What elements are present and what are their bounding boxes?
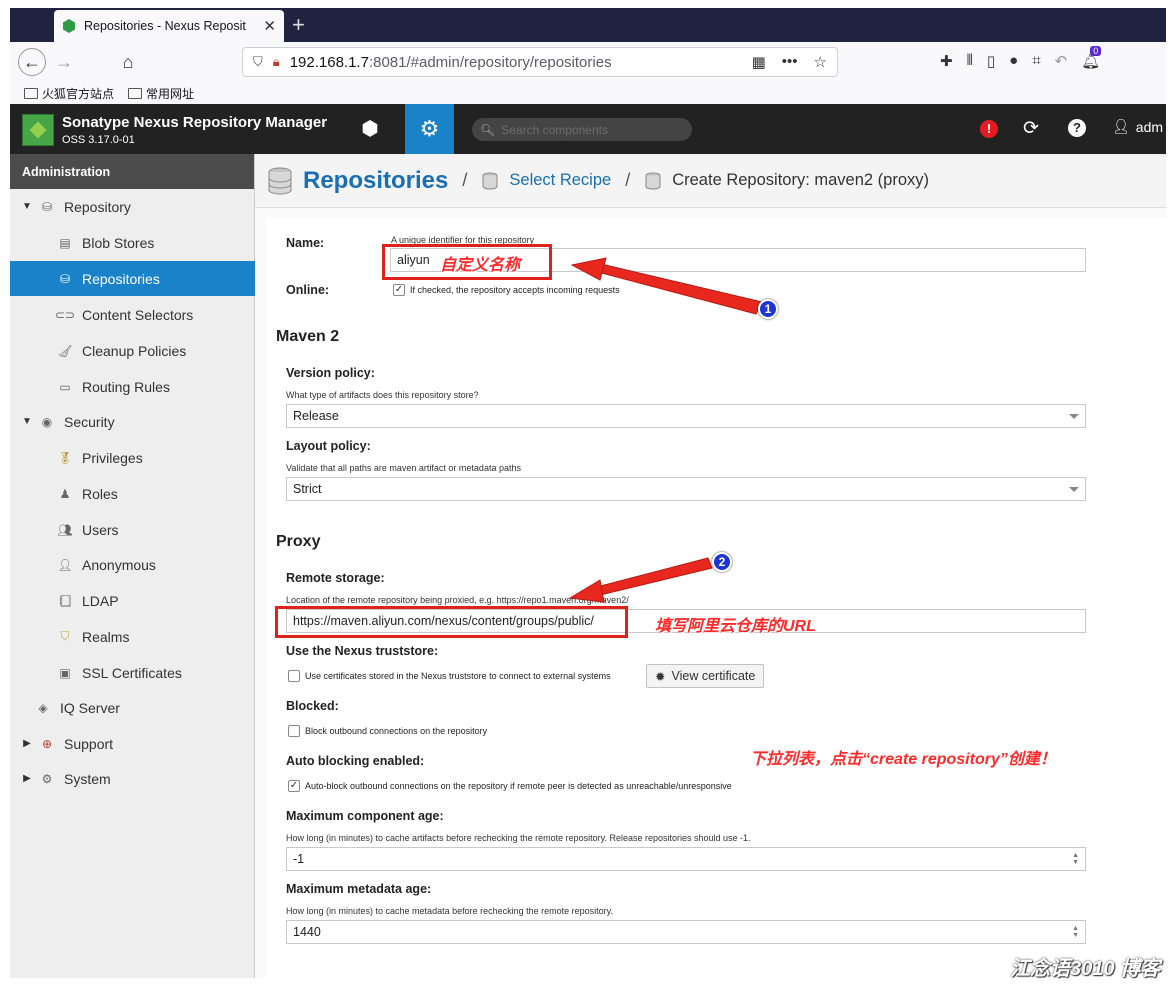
screenshot-root: Repositories - Nexus Reposit ✕ + ← → ⌂ ⛉… (0, 0, 1174, 986)
step-badge-2: 2 (712, 552, 732, 572)
annotation-arrows (568, 257, 763, 603)
arrow-to-name (570, 257, 763, 315)
arrow-to-url (568, 557, 713, 603)
step-badge-1: 1 (758, 299, 778, 319)
watermark: 江念语3010 博客 (1010, 958, 1161, 980)
